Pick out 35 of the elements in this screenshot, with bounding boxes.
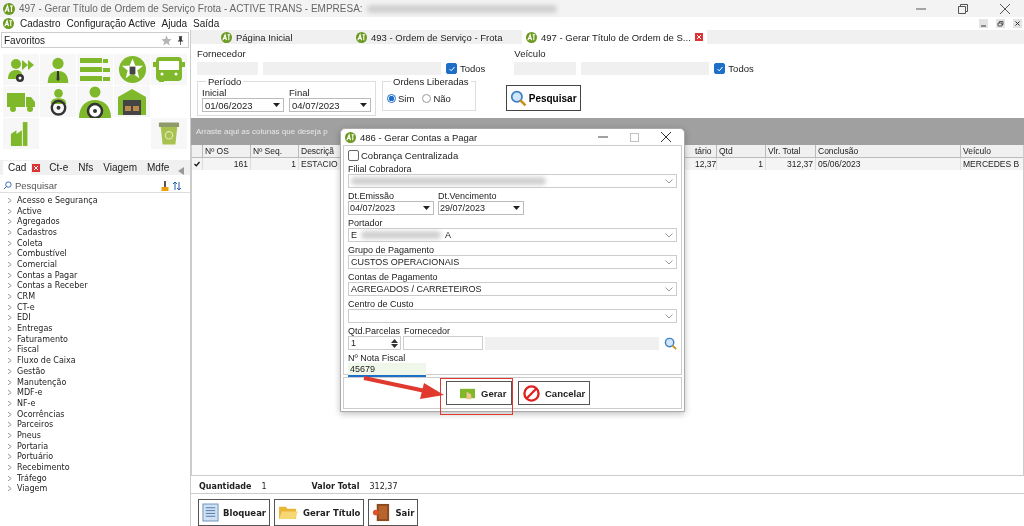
field-label: Inicial bbox=[202, 87, 228, 98]
window-title: 497 - Gerar Título de Ordem de Serviço Frota - ACTIVE TRANS - EMPRESA: bbox=[19, 3, 363, 14]
field-label: Nº Nota Fiscal bbox=[348, 353, 407, 363]
summary-value: 1 bbox=[261, 481, 267, 491]
favorites-title: Favoritos bbox=[4, 34, 47, 46]
group-title: Período bbox=[207, 76, 243, 87]
summary-value: 312,37 bbox=[369, 481, 398, 491]
radio-label: Não bbox=[433, 93, 451, 104]
radio-label: Sim bbox=[398, 93, 415, 104]
field-label: Veículo bbox=[514, 48, 547, 59]
dialog-title: 486 - Gerar Contas a Pagar bbox=[360, 131, 478, 143]
table-cell: 1 bbox=[717, 158, 766, 170]
table-cell: 1 bbox=[251, 158, 299, 170]
field-label: Filial Cobradora bbox=[348, 164, 413, 174]
table-cell: 12,37 bbox=[693, 158, 717, 170]
field-label: Final bbox=[289, 87, 311, 98]
checkbox-label: Todos bbox=[460, 63, 486, 74]
field-label: Contas de Pagamento bbox=[348, 272, 439, 282]
field-label: Fornecedor bbox=[404, 326, 451, 336]
table-cell: 05/06/2023 bbox=[816, 158, 961, 170]
group-title: Ordens Liberadas bbox=[392, 76, 470, 87]
field-label: Dt.Emissão bbox=[348, 191, 395, 201]
checkbox-label: Cobrança Centralizada bbox=[361, 150, 459, 161]
field-label: Portador bbox=[348, 218, 384, 228]
field-label: Qtd.Parcelas bbox=[348, 326, 402, 336]
summary-label: Valor Total bbox=[311, 481, 360, 491]
table-cell: 312,37 bbox=[766, 158, 816, 170]
field-label: Grupo de Pagamento bbox=[348, 245, 436, 255]
field-label: Fornecedor bbox=[197, 48, 247, 59]
field-label: Centro de Custo bbox=[348, 299, 415, 309]
checkbox-label: Todos bbox=[728, 63, 754, 74]
table-cell: 161 bbox=[203, 158, 251, 170]
table-cell: MERCEDES B bbox=[961, 158, 1024, 170]
summary-label: Quantidade bbox=[199, 481, 252, 491]
field-label: Dt.Vencimento bbox=[438, 191, 498, 201]
